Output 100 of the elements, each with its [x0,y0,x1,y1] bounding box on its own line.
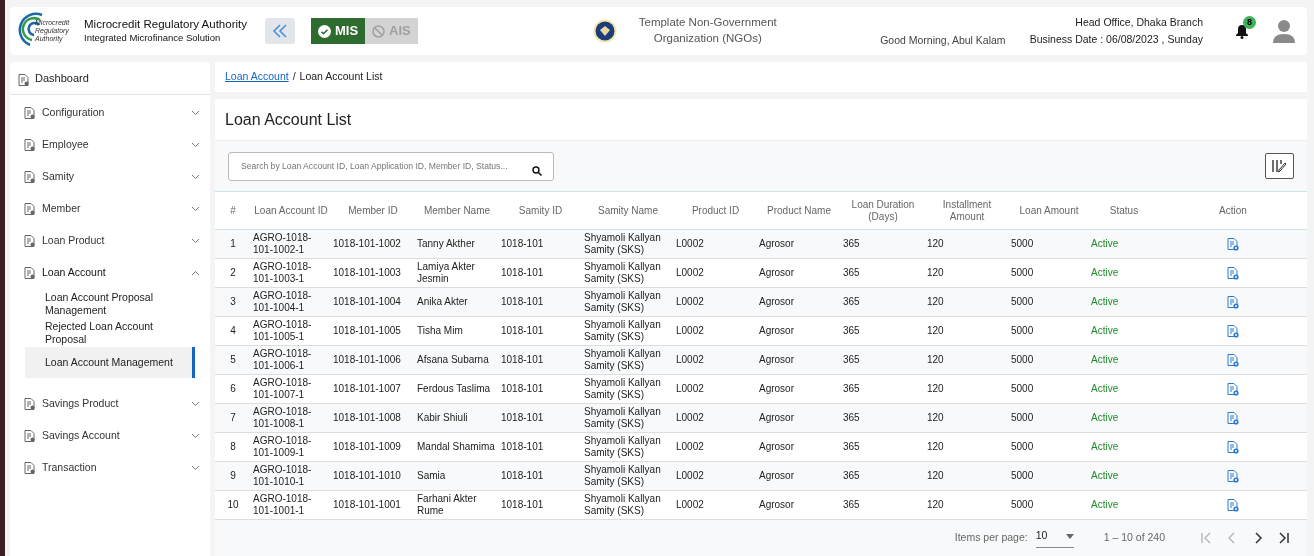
table-cell: AGRO-1018-101-1005-1 [251,316,331,346]
view-document-icon[interactable] [1227,295,1239,309]
table-cell: Agrosor [757,461,841,491]
module-tab[interactable]: MIS [311,18,366,44]
table-cell: L0002 [674,229,757,259]
table-cell: 5000 [1009,287,1089,317]
sidebar-item[interactable]: Member [10,193,210,225]
notification-bell-icon[interactable] [1235,24,1249,40]
submenu-item[interactable]: Loan Account Management [25,347,195,378]
table-cell: L0002 [674,374,757,404]
table-cell: 5000 [1009,403,1089,433]
chevron-down-icon [191,432,200,439]
table-cell: 1 [215,229,251,259]
table-cell: Ferdous Taslima [415,374,499,404]
table-cell: 1018-101-1003 [331,258,415,288]
sidebar-item[interactable]: Samity [10,161,210,193]
business-date: Business Date : 06/08/2023 , Sunday [1029,32,1203,47]
view-document-icon[interactable] [1227,237,1239,251]
column-header: Member Name [415,191,499,230]
table-cell: 365 [841,258,925,288]
column-header: Samity ID [499,191,582,230]
table-cell: AGRO-1018-101-1006-1 [251,345,331,375]
table-cell: 5000 [1009,461,1089,491]
table-cell: 1018-101-1001 [331,490,415,520]
table-cell: L0002 [674,490,757,520]
page-range: 1 – 10 of 240 [1103,530,1165,546]
dashboard-link[interactable]: Dashboard [10,62,210,95]
document-icon [24,171,35,183]
table-cell: 7 [215,403,251,433]
table-cell: 1018-101-1010 [331,461,415,491]
submenu-item[interactable]: Loan Account Proposal Management [25,289,195,319]
table-cell: 120 [925,287,1009,317]
branch-name: Head Office, Dhaka Branch [1074,15,1203,31]
table-cell: 365 [841,345,925,375]
table-cell: Samia [415,461,499,491]
table-cell: 365 [841,403,925,433]
table-cell: 365 [841,316,925,346]
table-cell: 5000 [1009,345,1089,375]
column-header: Loan Duration (Days) [841,191,925,230]
column-header: Member ID [331,191,415,230]
search-field[interactable]: Search by Loan Account ID, Loan Application ID, Member ID, Status... [228,151,554,181]
breadcrumb-link[interactable]: Loan Account [225,69,289,85]
column-settings-button[interactable] [1265,153,1294,179]
view-document-icon[interactable] [1227,411,1239,425]
sidebar-item[interactable]: Transaction [10,451,210,484]
table-cell: 5000 [1009,316,1089,346]
table-cell: Agrosor [757,258,841,288]
column-header: Product Name [757,191,841,230]
caret-down-icon [1065,533,1074,539]
status-text: Active [1089,374,1159,404]
document-icon [18,74,29,86]
status-text: Active [1089,403,1159,433]
sidebar-item[interactable]: Configuration [10,97,210,129]
sidebar-item[interactable]: Loan Account [10,257,210,289]
sidebar-item[interactable]: Loan Product [10,225,210,257]
column-header: Samity Name [582,191,674,230]
sidebar-item[interactable]: Employee [10,129,210,161]
table-cell: AGRO-1018-101-1004-1 [251,287,331,317]
chevron-down-icon [191,142,200,148]
view-document-icon[interactable] [1227,266,1239,280]
table-cell: Lamiya Akter Jesmin [415,258,499,288]
document-icon [24,429,35,442]
view-document-icon[interactable] [1227,469,1239,483]
submenu-item[interactable]: Rejected Loan Account Proposal [25,318,195,348]
page-size-select[interactable]: 10 [1035,528,1074,548]
view-document-icon[interactable] [1227,498,1239,512]
document-icon [24,397,35,410]
collapse-sidebar-button[interactable] [265,18,295,44]
table-cell: 5000 [1009,490,1089,520]
table-cell: 120 [925,316,1009,346]
table-cell: 120 [925,229,1009,259]
table-cell: 5000 [1009,229,1089,259]
table-cell: L0002 [674,345,757,375]
table-cell: Shyamoli Kallyan Samity (SKS) [582,287,674,317]
avatar-icon[interactable] [1273,19,1295,43]
table-cell: L0002 [674,432,757,462]
view-document-icon[interactable] [1227,382,1239,396]
view-document-icon[interactable] [1227,440,1239,454]
sidebar-item[interactable]: Savings Account [10,419,210,452]
table-cell: Shyamoli Kallyan Samity (SKS) [582,229,674,259]
app-title: Microcredit Regulatory Authority [84,16,247,32]
document-icon [24,235,35,247]
sidebar-item[interactable]: Savings Product [10,387,210,420]
chevron-up-icon [191,270,200,276]
table-cell: AGRO-1018-101-1010-1 [251,461,331,491]
view-document-icon[interactable] [1227,353,1239,367]
table-cell: 365 [841,374,925,404]
table-cell: 365 [841,287,925,317]
app-subtitle: Integrated Microfinance Solution [84,32,222,46]
greeting: Good Morning, Abul Kalam [880,33,1006,49]
document-icon [24,461,35,474]
table-cell: 1018-101-1008 [331,403,415,433]
emblem-icon [592,19,617,43]
status-text: Active [1089,432,1159,462]
table-cell: Agrosor [757,374,841,404]
table-cell: 1018-101-1005 [331,316,415,346]
table-cell: 120 [925,461,1009,491]
table-cell: Shyamoli Kallyan Samity (SKS) [582,432,674,462]
view-document-icon[interactable] [1227,324,1239,338]
column-header: Product ID [674,191,757,230]
